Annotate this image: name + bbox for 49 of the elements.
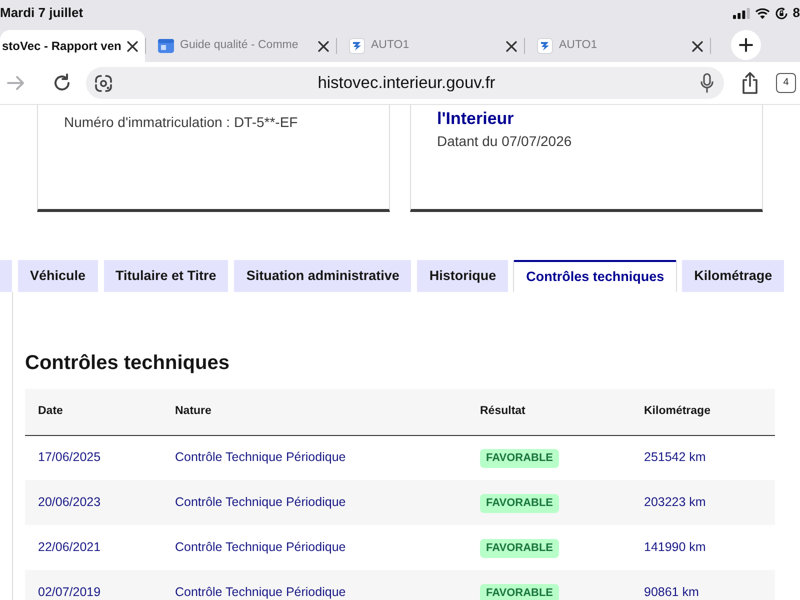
- table-cell: Contrôle Technique Périodique: [162, 435, 467, 480]
- close-icon[interactable]: [692, 40, 703, 52]
- table-cell: Contrôle Technique Périodique: [162, 480, 467, 525]
- table-cell: 22/06/2021: [25, 525, 162, 570]
- status-badge: FAVORABLE: [480, 494, 560, 512]
- new-tab-button[interactable]: [731, 30, 761, 60]
- close-icon[interactable]: [127, 40, 138, 52]
- table-cell: 20/06/2023: [25, 480, 162, 525]
- plus-icon[interactable]: [739, 38, 753, 52]
- column-header: Date: [25, 389, 162, 435]
- share-icon[interactable]: [740, 71, 760, 95]
- column-header: Kilométrage: [631, 389, 775, 435]
- table-cell: Contrôle Technique Périodique: [162, 525, 467, 570]
- camera-icon[interactable]: [94, 74, 113, 92]
- tab[interactable]: Historique: [417, 260, 508, 292]
- tab[interactable]: Titulaire et Titre: [104, 260, 228, 292]
- table-cell: 203223 km: [631, 480, 775, 525]
- url-text[interactable]: histovec.interieur.gouv.fr: [318, 70, 496, 96]
- card-text: Datant du 07/07/2026: [437, 132, 572, 150]
- table-cell: 251542 km: [631, 435, 775, 480]
- battery-text: 8: [792, 4, 800, 22]
- section-heading: Contrôles techniques: [25, 351, 230, 375]
- tab[interactable]: Contrôles techniques: [514, 260, 676, 292]
- tab[interactable]: Kilométrage: [682, 260, 784, 292]
- signal-icon: [732, 8, 750, 18]
- table-cell: 141990 km: [631, 525, 775, 570]
- card-text: Numéro d'immatriculation : DT-5**-EF: [64, 113, 298, 131]
- reload-icon[interactable]: [52, 73, 72, 93]
- date-text: Mardi 7 juillet: [0, 4, 84, 22]
- close-icon[interactable]: [318, 40, 329, 52]
- table-cell: Contrôle Technique Périodique: [162, 570, 467, 600]
- tab[interactable]: Situation administrative: [234, 260, 412, 292]
- status-badge: FAVORABLE: [480, 448, 560, 468]
- wifi-icon: [754, 8, 770, 18]
- tab[interactable]: Véhicule: [18, 260, 98, 292]
- tab-count-button[interactable]: 4: [776, 73, 796, 93]
- status-badge: FAVORABLE: [480, 538, 560, 558]
- column-header: Résultat: [467, 389, 631, 435]
- address-bar[interactable]: histovec.interieur.gouv.fr: [86, 67, 724, 99]
- table-cell: 02/07/2019: [25, 570, 162, 600]
- column-header: Nature: [162, 389, 467, 435]
- close-icon[interactable]: [506, 40, 517, 52]
- card-title: l'Interieur: [437, 109, 514, 129]
- table-cell: 17/06/2025: [25, 435, 162, 480]
- rotation-lock-icon: [774, 6, 788, 20]
- microphone-icon[interactable]: [700, 73, 714, 93]
- status-badge: FAVORABLE: [480, 584, 560, 600]
- browser-tab[interactable]: stoVec - Rapport ven: [0, 30, 145, 62]
- table-cell: 90861 km: [631, 570, 775, 600]
